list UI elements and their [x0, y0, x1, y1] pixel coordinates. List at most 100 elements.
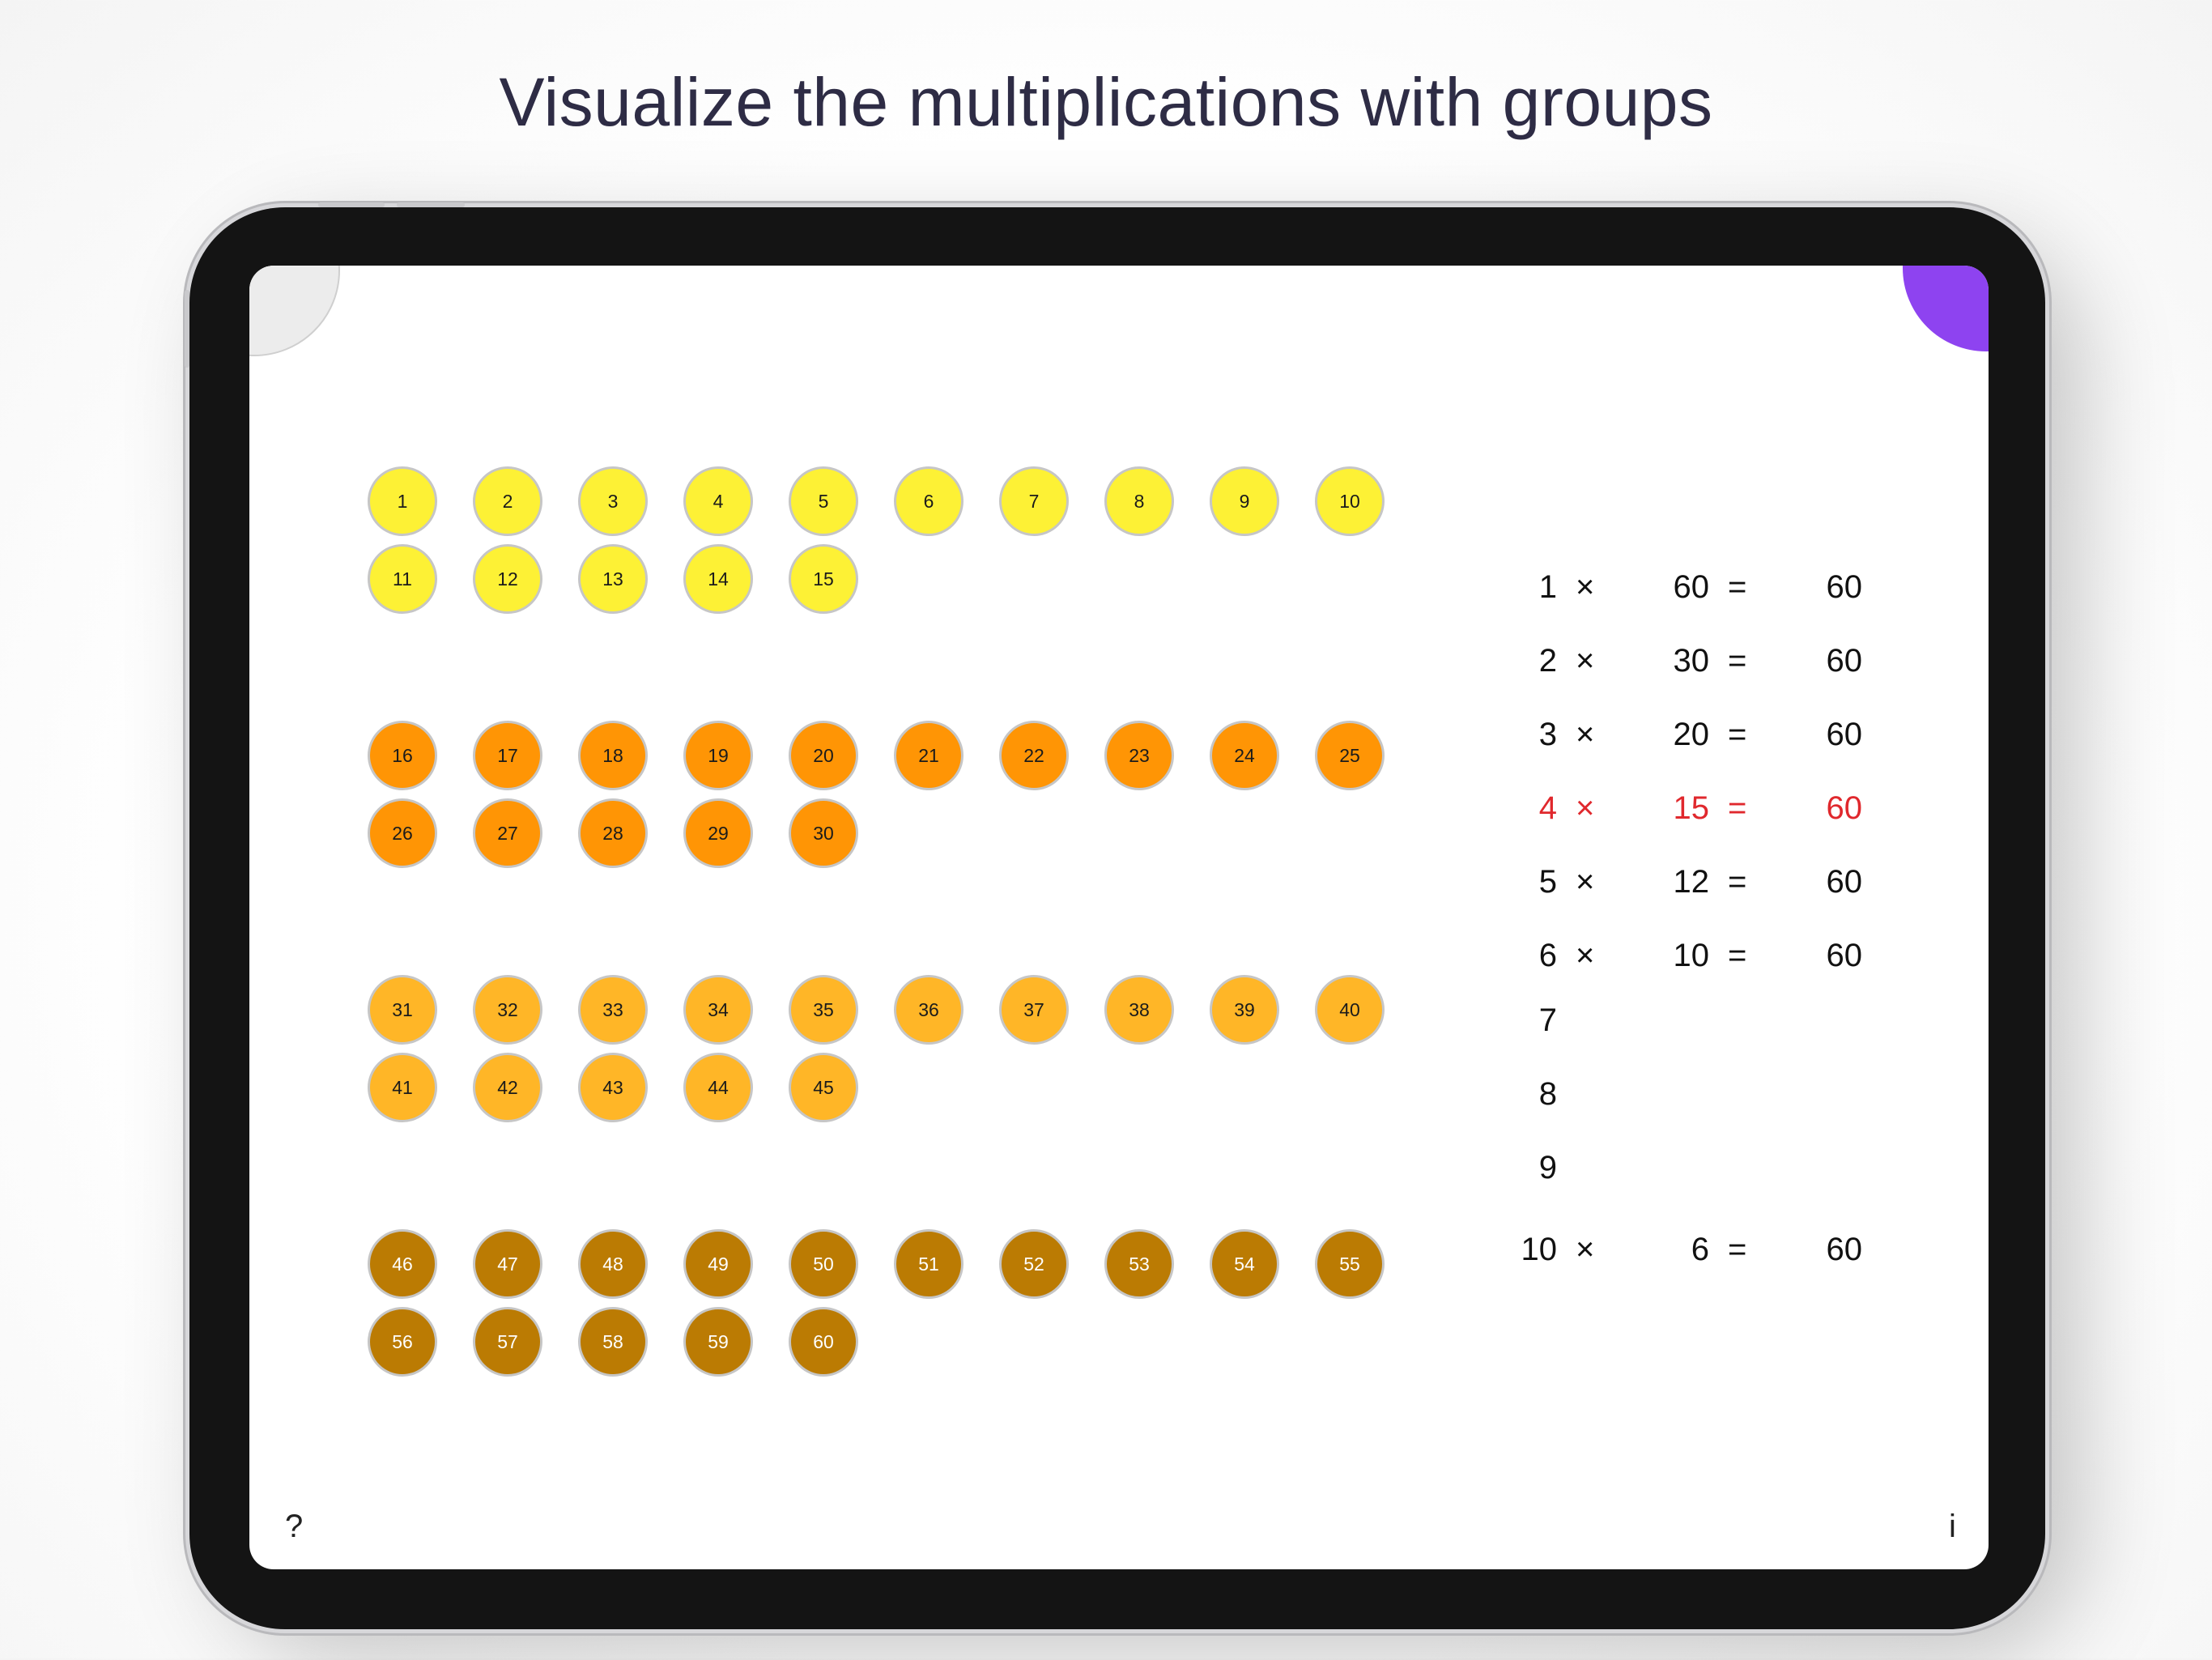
- number-dot[interactable]: 7: [999, 466, 1069, 536]
- number-dot[interactable]: 16: [368, 721, 437, 790]
- equation-result: 60: [1826, 717, 1863, 752]
- number-dot[interactable]: 45: [789, 1053, 858, 1122]
- number-dot[interactable]: 22: [999, 721, 1069, 790]
- equation-b: 10: [1673, 938, 1710, 973]
- number-dot[interactable]: 53: [1104, 1229, 1174, 1299]
- number-dot[interactable]: 9: [1210, 466, 1279, 536]
- volume-button-top-2: [397, 202, 465, 207]
- equation-eq: =: [1728, 643, 1747, 679]
- equation-result: 60: [1826, 643, 1863, 679]
- info-button[interactable]: i: [1949, 1509, 1956, 1545]
- number-dot[interactable]: 37: [999, 975, 1069, 1045]
- number-dot[interactable]: 23: [1104, 721, 1174, 790]
- equation-a: 5: [1538, 864, 1557, 900]
- number-dot[interactable]: 19: [683, 721, 753, 790]
- number-dot[interactable]: 15: [789, 544, 858, 614]
- number-dot[interactable]: 43: [578, 1053, 648, 1122]
- number-dot[interactable]: 13: [578, 544, 648, 614]
- number-dot[interactable]: 46: [368, 1229, 437, 1299]
- equation-eq: =: [1728, 790, 1747, 826]
- number-dot[interactable]: 35: [789, 975, 858, 1045]
- equation-op: ×: [1576, 938, 1595, 973]
- number-dot[interactable]: 18: [578, 721, 648, 790]
- equation-eq: =: [1728, 717, 1747, 752]
- number-dot[interactable]: 44: [683, 1053, 753, 1122]
- number-dot[interactable]: 32: [473, 975, 542, 1045]
- equation-op: ×: [1576, 717, 1595, 752]
- number-dot[interactable]: 25: [1315, 721, 1385, 790]
- number-dot[interactable]: 4: [683, 466, 753, 536]
- number-dot[interactable]: 59: [683, 1307, 753, 1377]
- headline: Visualize the multiplications with group…: [499, 64, 1713, 140]
- equation-b: 12: [1673, 864, 1710, 900]
- volume-button-top: [318, 202, 385, 207]
- equation-op: ×: [1576, 569, 1595, 605]
- equation-a: 8: [1538, 1076, 1557, 1112]
- number-dot[interactable]: 21: [894, 721, 963, 790]
- number-dot[interactable]: 40: [1315, 975, 1385, 1045]
- number-dot[interactable]: 2: [473, 466, 542, 536]
- number-dot[interactable]: 31: [368, 975, 437, 1045]
- number-dot[interactable]: 34: [683, 975, 753, 1045]
- number-dot[interactable]: 27: [473, 798, 542, 868]
- equation-b: 20: [1673, 717, 1710, 752]
- equation-a: 2: [1538, 643, 1557, 679]
- power-button: [185, 290, 189, 368]
- equation-eq: =: [1728, 864, 1747, 900]
- equation-eq: =: [1728, 938, 1747, 973]
- number-dot[interactable]: 10: [1315, 466, 1385, 536]
- number-dot[interactable]: 48: [578, 1229, 648, 1299]
- number-dot[interactable]: 36: [894, 975, 963, 1045]
- number-dot[interactable]: 14: [683, 544, 753, 614]
- help-button[interactable]: ?: [285, 1509, 303, 1545]
- equation-b: 30: [1673, 643, 1710, 679]
- back-corner-button[interactable]: [249, 266, 340, 356]
- number-dot[interactable]: 51: [894, 1229, 963, 1299]
- equation-eq: =: [1728, 569, 1747, 605]
- number-dot[interactable]: 20: [789, 721, 858, 790]
- number-dot[interactable]: 56: [368, 1307, 437, 1377]
- number-dot[interactable]: 57: [473, 1307, 542, 1377]
- equation-b: 6: [1691, 1232, 1709, 1267]
- equation-a: 10: [1521, 1232, 1558, 1267]
- equation-a: 7: [1538, 1002, 1557, 1038]
- number-dot[interactable]: 11: [368, 544, 437, 614]
- number-dot[interactable]: 41: [368, 1053, 437, 1122]
- equation-eq: =: [1728, 1232, 1747, 1267]
- number-dot[interactable]: 55: [1315, 1229, 1385, 1299]
- number-dot[interactable]: 1: [368, 466, 437, 536]
- equation-result: 60: [1826, 938, 1863, 973]
- number-dot[interactable]: 49: [683, 1229, 753, 1299]
- number-dot[interactable]: 60: [789, 1307, 858, 1377]
- number-dot[interactable]: 17: [473, 721, 542, 790]
- number-dot[interactable]: 30: [789, 798, 858, 868]
- app-screen: 1 2 3 4 5 6 7 8 9 10 11 12 13 14 15 16 17 18 19 20 21 22 23 24 2…: [249, 266, 1989, 1569]
- equation-a: 6: [1538, 938, 1557, 973]
- number-dot[interactable]: 12: [473, 544, 542, 614]
- equation-result: 60: [1826, 864, 1863, 900]
- number-dot[interactable]: 38: [1104, 975, 1174, 1045]
- number-dot[interactable]: 50: [789, 1229, 858, 1299]
- number-dot[interactable]: 28: [578, 798, 648, 868]
- equation-op: ×: [1576, 643, 1595, 679]
- number-dot[interactable]: 52: [999, 1229, 1069, 1299]
- number-dot[interactable]: 29: [683, 798, 753, 868]
- number-dot[interactable]: 3: [578, 466, 648, 536]
- number-dot[interactable]: 6: [894, 466, 963, 536]
- number-dot[interactable]: 5: [789, 466, 858, 536]
- equation-a: 4: [1538, 790, 1557, 826]
- menu-corner-button[interactable]: [1903, 266, 1989, 351]
- number-dot[interactable]: 26: [368, 798, 437, 868]
- equation-op: ×: [1576, 790, 1595, 826]
- number-dot[interactable]: 39: [1210, 975, 1279, 1045]
- number-dot[interactable]: 24: [1210, 721, 1279, 790]
- number-dot[interactable]: 42: [473, 1053, 542, 1122]
- number-dot[interactable]: 33: [578, 975, 648, 1045]
- number-dot[interactable]: 58: [578, 1307, 648, 1377]
- number-dot[interactable]: 47: [473, 1229, 542, 1299]
- number-dot[interactable]: 54: [1210, 1229, 1279, 1299]
- equation-b: 60: [1673, 569, 1710, 605]
- equation-result: 60: [1826, 790, 1863, 826]
- equation-op: ×: [1576, 864, 1595, 900]
- number-dot[interactable]: 8: [1104, 466, 1174, 536]
